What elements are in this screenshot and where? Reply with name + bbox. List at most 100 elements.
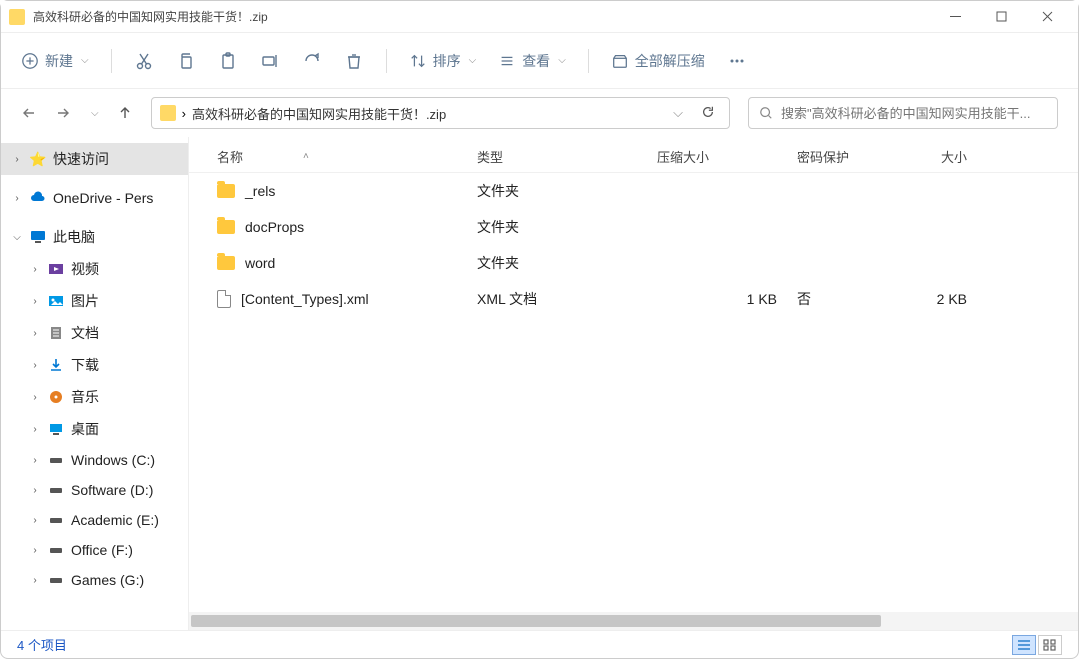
forward-button[interactable] — [55, 105, 71, 121]
details-view-button[interactable] — [1012, 635, 1036, 655]
file-row[interactable]: [Content_Types].xmlXML 文档1 KB否2 KB — [189, 281, 1078, 317]
close-button[interactable] — [1024, 2, 1070, 32]
search-box[interactable] — [748, 97, 1058, 129]
file-name: [Content_Types].xml — [241, 291, 369, 307]
file-size: 2 KB — [887, 291, 967, 307]
file-type: 文件夹 — [477, 181, 657, 201]
chevron-right-icon: › — [11, 193, 23, 204]
folder-icon — [217, 220, 235, 234]
column-header-name[interactable]: 名称˄ — [217, 147, 477, 166]
separator — [588, 49, 589, 73]
view-button[interactable]: 查看 ⌵ — [498, 51, 566, 71]
scrollbar-thumb[interactable] — [191, 615, 881, 627]
delete-button[interactable] — [344, 51, 364, 71]
column-headers: 名称˄ 类型 压缩大小 密码保护 大小 — [189, 137, 1078, 173]
chevron-right-icon: › — [29, 455, 41, 466]
sidebar-item-drive-d[interactable]: › Software (D:) — [1, 475, 188, 505]
drive-icon — [47, 541, 65, 559]
sidebar-item-this-pc[interactable]: ⌵ 此电脑 — [1, 221, 188, 253]
documents-icon — [47, 324, 65, 342]
window-title: 高效科研必备的中国知网实用技能干货！.zip — [33, 8, 932, 25]
chevron-down-icon: ⌵ — [558, 55, 566, 66]
copy-button[interactable] — [176, 51, 196, 71]
cloud-icon — [29, 189, 47, 207]
zip-folder-icon — [160, 105, 176, 121]
sort-button[interactable]: 排序 ⌵ — [409, 51, 477, 71]
chevron-down-icon: ⌵ — [81, 55, 89, 66]
column-header-password[interactable]: 密码保护 — [797, 147, 887, 166]
document-icon — [217, 290, 231, 308]
drive-icon — [47, 571, 65, 589]
icons-view-button[interactable] — [1038, 635, 1062, 655]
sidebar-item-drive-g[interactable]: › Games (G:) — [1, 565, 188, 595]
sidebar-item-pictures[interactable]: › 图片 — [1, 285, 188, 317]
file-name: docProps — [245, 219, 304, 235]
drive-icon — [47, 451, 65, 469]
file-row[interactable]: word 文件夹 — [189, 245, 1078, 281]
drive-icon — [47, 511, 65, 529]
star-icon: ⭐ — [29, 150, 47, 168]
sidebar-item-quick-access[interactable]: › ⭐ 快速访问 — [1, 143, 188, 175]
sidebar-item-documents[interactable]: › 文档 — [1, 317, 188, 349]
sidebar-item-drive-e[interactable]: › Academic (E:) — [1, 505, 188, 535]
back-button[interactable] — [21, 105, 37, 121]
music-icon — [47, 388, 65, 406]
column-header-type[interactable]: 类型 — [477, 147, 657, 166]
new-button[interactable]: 新建 ⌵ — [21, 51, 89, 71]
downloads-icon — [47, 356, 65, 374]
videos-icon — [47, 260, 65, 278]
path-separator: › — [182, 106, 186, 121]
view-label: 查看 — [522, 51, 550, 71]
sidebar-item-onedrive[interactable]: › OneDrive - Pers — [1, 183, 188, 213]
rename-button[interactable] — [260, 51, 280, 71]
file-type: XML 文档 — [477, 289, 657, 309]
extract-all-button[interactable]: 全部解压缩 — [611, 51, 705, 71]
sidebar-item-music[interactable]: › 音乐 — [1, 381, 188, 413]
up-button[interactable] — [117, 105, 133, 121]
navigation-bar: ⌵ › 高效科研必备的中国知网实用技能干货！.zip ⌵ — [1, 89, 1078, 137]
status-bar: 4 个项目 — [1, 630, 1078, 658]
chevron-right-icon: › — [29, 545, 41, 556]
chevron-right-icon: › — [29, 328, 41, 339]
chevron-right-icon: › — [29, 485, 41, 496]
address-bar[interactable]: › 高效科研必备的中国知网实用技能干货！.zip ⌵ — [151, 97, 730, 129]
sidebar-item-drive-c[interactable]: › Windows (C:) — [1, 445, 188, 475]
title-bar: 高效科研必备的中国知网实用技能干货！.zip — [1, 1, 1078, 33]
chevron-down-icon[interactable]: ⌵ — [667, 105, 689, 121]
navigation-pane: › ⭐ 快速访问 › OneDrive - Pers ⌵ 此电脑 › 视频 › … — [1, 137, 189, 630]
file-list-pane: 名称˄ 类型 压缩大小 密码保护 大小 _rels文件夹docProps文件夹w… — [189, 137, 1078, 630]
file-row[interactable]: _rels 文件夹 — [189, 173, 1078, 209]
horizontal-scrollbar[interactable] — [189, 612, 1078, 630]
file-name: word — [245, 255, 275, 271]
sidebar-item-videos[interactable]: › 视频 — [1, 253, 188, 285]
recent-locations-button[interactable]: ⌵ — [89, 108, 99, 119]
file-row[interactable]: docProps 文件夹 — [189, 209, 1078, 245]
desktop-icon — [47, 420, 65, 438]
chevron-down-icon: ⌵ — [469, 55, 477, 66]
folder-icon — [217, 184, 235, 198]
column-header-compressed[interactable]: 压缩大小 — [657, 147, 797, 166]
sidebar-item-downloads[interactable]: › 下载 — [1, 349, 188, 381]
file-compressed-size: 1 KB — [657, 291, 797, 307]
chevron-right-icon: › — [29, 424, 41, 435]
sort-label: 排序 — [433, 51, 461, 71]
maximize-button[interactable] — [978, 2, 1024, 32]
refresh-button[interactable] — [695, 105, 721, 122]
share-button[interactable] — [302, 51, 322, 71]
paste-button[interactable] — [218, 51, 238, 71]
more-button[interactable] — [727, 51, 747, 71]
extract-label: 全部解压缩 — [635, 51, 705, 71]
sidebar-item-drive-f[interactable]: › Office (F:) — [1, 535, 188, 565]
file-type: 文件夹 — [477, 217, 657, 237]
minimize-button[interactable] — [932, 2, 978, 32]
file-type: 文件夹 — [477, 253, 657, 273]
pc-icon — [29, 228, 47, 246]
chevron-right-icon: › — [29, 360, 41, 371]
file-name: _rels — [245, 183, 275, 199]
search-input[interactable] — [781, 106, 1047, 121]
column-header-size[interactable]: 大小 — [887, 147, 967, 166]
search-icon — [759, 106, 773, 120]
cut-button[interactable] — [134, 51, 154, 71]
drive-icon — [47, 481, 65, 499]
sidebar-item-desktop[interactable]: › 桌面 — [1, 413, 188, 445]
